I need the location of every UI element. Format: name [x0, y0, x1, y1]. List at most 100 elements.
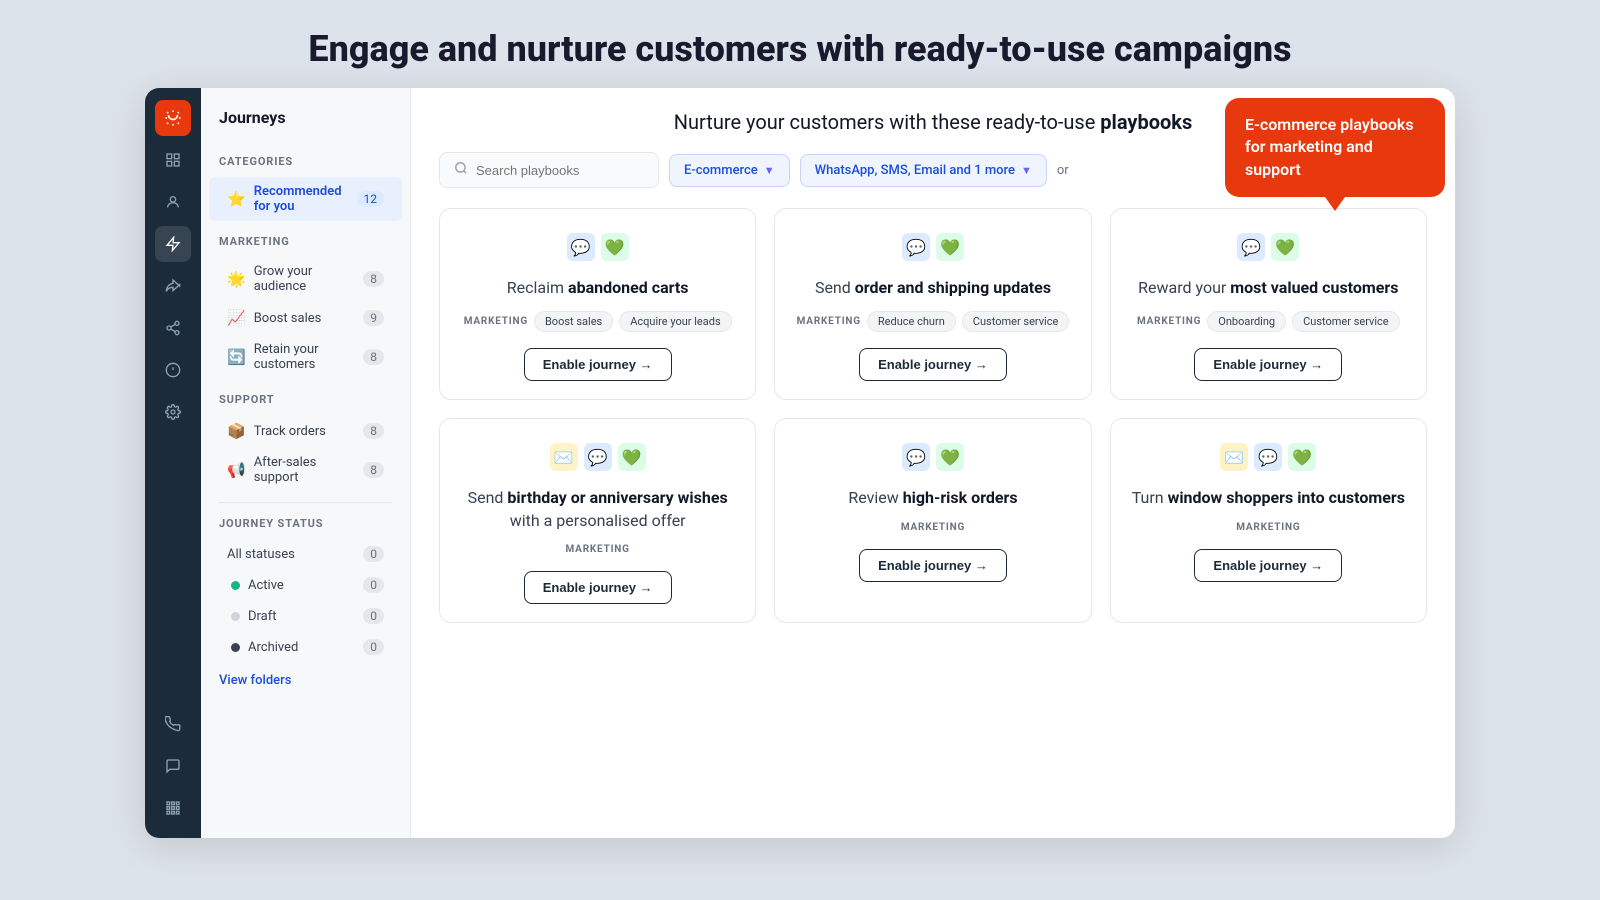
retain-count: 8	[363, 349, 384, 365]
nav-icon-dashboard[interactable]	[155, 142, 191, 178]
search-box[interactable]	[439, 152, 659, 188]
sms-channel-icon: 💬	[567, 233, 595, 261]
card-0-badges: MARKETING Boost sales Acquire your leads	[464, 311, 732, 332]
sidebar-item-active[interactable]: Active 0	[209, 570, 402, 600]
card-1-tag-0: Reduce churn	[867, 311, 956, 332]
sidebar-item-retain[interactable]: 🔄 Retain your customers 8	[209, 335, 402, 379]
card-2-enable-button[interactable]: Enable journey →	[1194, 348, 1342, 381]
nav-icon-campaigns[interactable]	[155, 268, 191, 304]
categories-label: Categories	[201, 155, 410, 176]
wa-channel-icon: 💚	[1288, 443, 1316, 471]
nav-icon-megaphone[interactable]	[155, 100, 191, 136]
sidebar: Journeys Categories ⭐ Recommended for yo…	[201, 88, 411, 838]
retain-label: Retain your customers	[254, 342, 356, 372]
card-5-category: MARKETING	[1236, 522, 1300, 533]
wa-channel-icon: 💚	[936, 233, 964, 261]
sms-channel-icon: 💬	[1237, 233, 1265, 261]
card-1[interactable]: 💬💚 Send order and shipping updates MARKETI…	[774, 208, 1091, 400]
channels-label: WhatsApp, SMS, Email and 1 more	[815, 163, 1015, 178]
grow-count: 8	[363, 271, 384, 287]
card-2[interactable]: 💬💚 Reward your most valued customers MARKE…	[1110, 208, 1427, 400]
card-5-enable-button[interactable]: Enable journey →	[1194, 549, 1342, 582]
card-2-badges: MARKETINGOnboardingCustomer service	[1137, 311, 1400, 332]
card-1-badges: MARKETINGReduce churnCustomer service	[797, 311, 1070, 332]
boost-label: Boost sales	[254, 311, 356, 326]
card-1-enable-button[interactable]: Enable journey →	[859, 348, 1007, 381]
draft-dot	[231, 612, 240, 621]
sidebar-item-all-statuses[interactable]: All statuses 0	[209, 539, 402, 569]
grow-icon: 🌟	[227, 270, 246, 288]
wa-channel-icon: 💚	[936, 443, 964, 471]
card-4-badges: MARKETING	[901, 522, 965, 533]
star-icon: ⭐	[227, 190, 246, 208]
card-0-tag-1: Acquire your leads	[619, 311, 731, 332]
sidebar-item-draft[interactable]: Draft 0	[209, 601, 402, 631]
channels-filter[interactable]: WhatsApp, SMS, Email and 1 more ▼	[800, 154, 1047, 187]
sidebar-item-boost-sales[interactable]: 📈 Boost sales 9	[209, 302, 402, 334]
sidebar-item-archived[interactable]: Archived 0	[209, 632, 402, 662]
card-4-title: Review high-risk orders	[848, 487, 1017, 509]
card-5-badges: MARKETING	[1236, 522, 1300, 533]
support-label: Support	[201, 393, 410, 414]
card-4[interactable]: 💬💚 Review high-risk orders MARKETING Enable…	[774, 418, 1091, 623]
nav-icon-apps[interactable]	[155, 790, 191, 826]
draft-label: Draft	[248, 609, 355, 624]
sidebar-item-track-orders[interactable]: 📦 Track orders 8	[209, 415, 402, 447]
nav-icon-messages[interactable]	[155, 748, 191, 784]
grow-label: Grow your audience	[254, 264, 356, 294]
view-folders-link[interactable]: View folders	[201, 663, 410, 688]
main-content: Nurture your customers with these ready-…	[411, 88, 1455, 838]
nav-icon-contacts[interactable]	[155, 184, 191, 220]
search-icon	[454, 161, 468, 179]
card-2-icons: 💬💚	[1237, 233, 1299, 261]
wa-channel-icon: 💚	[1271, 233, 1299, 261]
ecommerce-filter[interactable]: E-commerce ▼	[669, 154, 790, 187]
card-2-title: Reward your most valued customers	[1138, 277, 1398, 299]
email-channel-icon: ✉️	[550, 443, 578, 471]
card-0-tag-0: Boost sales	[534, 311, 613, 332]
wa-channel-icon: 💚	[618, 443, 646, 471]
chevron-down-icon-2: ▼	[1021, 164, 1032, 177]
nav-icon-phone[interactable]	[155, 706, 191, 742]
card-2-tag-1: Customer service	[1292, 311, 1400, 332]
card-3-category: MARKETING	[566, 544, 630, 555]
journey-status-label: Journey status	[201, 517, 410, 538]
card-1-category: MARKETING	[797, 316, 861, 327]
nav-icon-settings[interactable]	[155, 394, 191, 430]
sms-channel-icon: 💬	[584, 443, 612, 471]
card-4-enable-button[interactable]: Enable journey →	[859, 549, 1007, 582]
card-3-enable-button[interactable]: Enable journey →	[524, 571, 672, 604]
icon-bar	[145, 88, 201, 838]
card-3[interactable]: ✉️💬💚Send birthday or anniversary wishes …	[439, 418, 756, 623]
card-0-enable-button[interactable]: Enable journey →	[524, 348, 672, 381]
journeys-header: Journeys	[201, 108, 410, 141]
archived-count: 0	[363, 639, 384, 655]
active-count: 0	[363, 577, 384, 593]
card-0-category: MARKETING	[464, 316, 528, 327]
aftersales-count: 8	[363, 462, 384, 478]
archived-dot	[231, 643, 240, 652]
card-0-icons: 💬💚	[567, 233, 629, 261]
draft-count: 0	[363, 608, 384, 624]
nav-icon-support[interactable]	[155, 352, 191, 388]
nav-icon-connections[interactable]	[155, 310, 191, 346]
card-0-title: Reclaim abandoned carts	[507, 277, 689, 299]
recommended-count: 12	[357, 191, 385, 207]
card-0[interactable]: 💬💚 Reclaim abandoned carts MARKETING Boost …	[439, 208, 756, 400]
sms-channel-icon: 💬	[902, 443, 930, 471]
search-input[interactable]	[476, 163, 644, 178]
tooltip-bubble: E-commerce playbooks for marketing and s…	[1225, 98, 1445, 197]
boost-count: 9	[363, 310, 384, 326]
sidebar-item-grow-audience[interactable]: 🌟 Grow your audience 8	[209, 257, 402, 301]
card-4-category: MARKETING	[901, 522, 965, 533]
aftersales-label: After-sales support	[254, 455, 356, 485]
card-1-title: Send order and shipping updates	[815, 277, 1051, 299]
track-icon: 📦	[227, 422, 246, 440]
nav-icon-automation[interactable]	[155, 226, 191, 262]
sidebar-item-aftersales[interactable]: 📢 After-sales support 8	[209, 448, 402, 492]
card-5[interactable]: ✉️💬💚Turn window shoppers into customersM…	[1110, 418, 1427, 623]
card-3-icons: ✉️💬💚	[550, 443, 646, 471]
track-count: 8	[363, 423, 384, 439]
sms-channel-icon: 💬	[902, 233, 930, 261]
sidebar-item-recommended[interactable]: ⭐ Recommended for you 12	[209, 177, 402, 221]
